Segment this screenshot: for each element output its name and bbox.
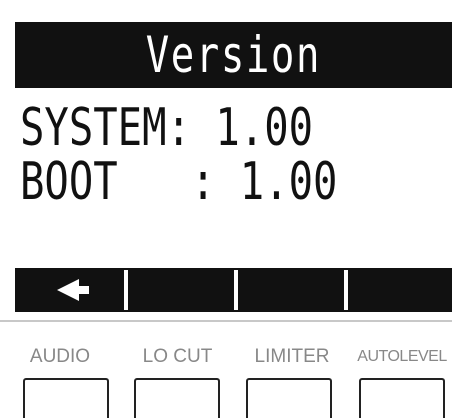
lcd-display: Version SYSTEM: 1.00 BOOT : 1.00 (0, 0, 452, 318)
audio-button[interactable] (23, 378, 109, 418)
softkey-3[interactable] (238, 270, 348, 310)
autolevel-label: AUTOLEVEL (357, 348, 447, 365)
lo-cut-label: LO CUT (142, 346, 213, 367)
softkey-bar (15, 268, 452, 312)
softkey-4[interactable] (348, 270, 452, 310)
title-bar: Version (15, 22, 452, 88)
lo-cut-button[interactable] (134, 378, 220, 418)
boot-version-line: BOOT : 1.00 (20, 152, 338, 212)
limiter-button[interactable] (246, 378, 332, 418)
autolevel-button[interactable] (359, 378, 445, 418)
softkey-2[interactable] (128, 270, 238, 310)
softkey-back[interactable] (15, 270, 128, 310)
audio-label: AUDIO (29, 346, 91, 367)
device-screen-frame: Version SYSTEM: 1.00 BOOT : 1.00 (0, 0, 452, 322)
screen-title: Version (145, 26, 322, 84)
limiter-label: LIMITER (254, 346, 330, 367)
back-arrow-icon (57, 279, 89, 301)
